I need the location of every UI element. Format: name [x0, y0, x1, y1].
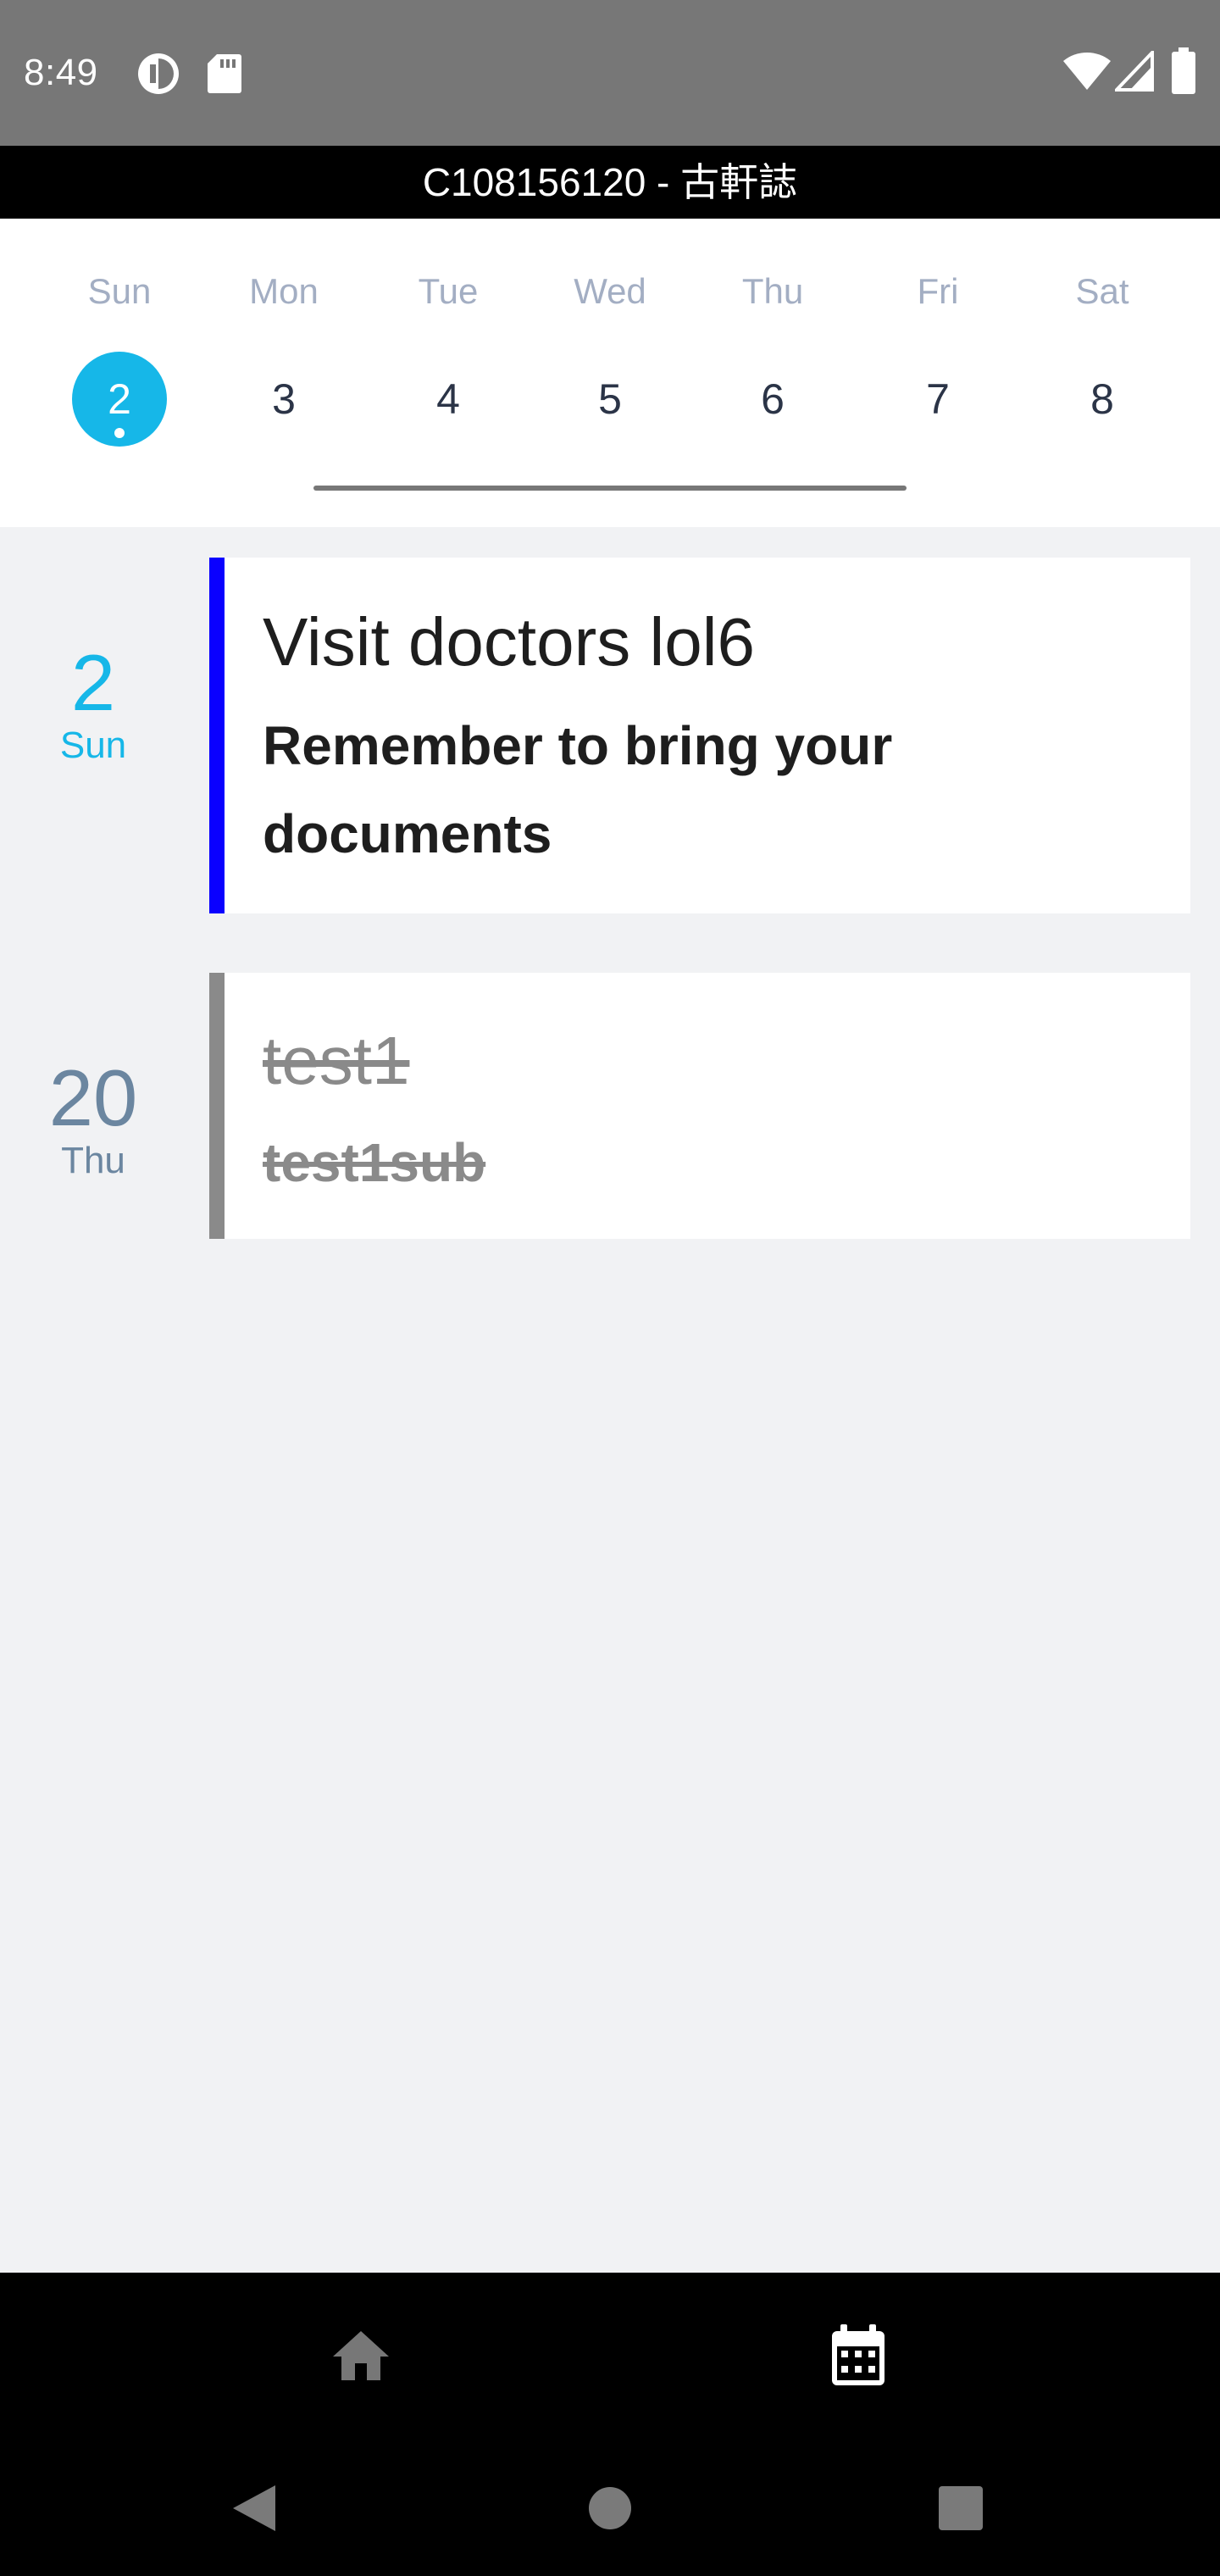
page-title: C108156120 - 古軒誌 [422, 160, 798, 204]
event-color-bar [209, 558, 225, 913]
home-icon [331, 2329, 391, 2386]
date-number[interactable]: 4 [401, 352, 496, 447]
day-column-thu[interactable]: Thu 6 [690, 219, 855, 473]
day-column-mon[interactable]: Mon 3 [202, 219, 366, 473]
date-number-text: 2 [108, 375, 131, 423]
back-icon [231, 2484, 277, 2537]
day-column-sun[interactable]: Sun 2 [37, 219, 202, 473]
agenda-row: 20 Thu test1 test1sub [0, 973, 1220, 1239]
event-title: test1 [263, 1023, 410, 1098]
calendar-expand-handle[interactable] [313, 486, 907, 491]
cell-signal-icon [1112, 48, 1154, 96]
weekday-label: Tue [418, 271, 479, 311]
event-title: Visit doctors lol6 [263, 604, 756, 680]
event-subtitle-continued: documents [263, 803, 552, 864]
weekday-label: Thu [741, 271, 804, 311]
event-subtitle: test1sub [263, 1132, 486, 1193]
bottom-navigation [0, 2273, 1220, 2442]
agenda-date-number: 2 [70, 638, 116, 727]
event-dot-indicator [114, 428, 125, 438]
sync-icon [136, 51, 181, 101]
app-title-bar: C108156120 - 古軒誌 [0, 146, 1220, 219]
day-column-tue[interactable]: Tue 4 [366, 219, 530, 473]
status-bar: 8:49 [0, 0, 1220, 146]
agenda-date: 2 Sun [0, 642, 186, 768]
system-home-button[interactable] [559, 2459, 661, 2561]
agenda-date: 20 Thu [0, 1058, 186, 1183]
event-card-completed[interactable]: test1 test1sub [209, 973, 1190, 1239]
event-subtitle: Remember to bring your [263, 715, 893, 776]
date-number-selected[interactable]: 2 [72, 352, 167, 447]
date-number[interactable]: 8 [1055, 352, 1150, 447]
system-navigation-bar [0, 2442, 1220, 2576]
weekday-label: Fri [917, 271, 959, 311]
agenda-date-weekday: Thu [61, 1140, 125, 1181]
weekday-label: Mon [249, 271, 319, 311]
date-number[interactable]: 7 [890, 352, 985, 447]
day-column-wed[interactable]: Wed 5 [528, 219, 692, 473]
nav-home-button[interactable] [310, 2307, 412, 2408]
battery-icon [1171, 47, 1196, 99]
agenda-date-number: 20 [48, 1053, 138, 1142]
home-circle-icon [587, 2485, 633, 2535]
system-back-button[interactable] [203, 2459, 305, 2561]
agenda-row: 2 Sun Visit doctors lol6 Remember to bri… [0, 558, 1220, 913]
week-strip[interactable]: Sun 2 Mon 3 Tue 4 Wed 5 Thu 6 Fri 7 Sat … [0, 219, 1220, 527]
weekday-label: Sun [87, 271, 152, 311]
calendar-icon [830, 2323, 886, 2391]
date-number[interactable]: 6 [725, 352, 820, 447]
wifi-icon [1062, 51, 1112, 96]
event-color-bar [209, 973, 225, 1239]
weekday-label: Wed [574, 271, 646, 311]
status-time: 8:49 [24, 52, 98, 93]
agenda-date-weekday: Sun [59, 724, 127, 766]
weekday-label: Sat [1075, 271, 1129, 311]
nav-calendar-button[interactable] [807, 2307, 909, 2408]
event-card[interactable]: Visit doctors lol6 Remember to bring you… [209, 558, 1190, 913]
system-recents-button[interactable] [910, 2459, 1012, 2561]
date-number[interactable]: 5 [563, 352, 657, 447]
date-number[interactable]: 3 [236, 352, 331, 447]
day-column-sat[interactable]: Sat 8 [1020, 219, 1184, 473]
recents-icon [938, 2485, 984, 2535]
day-column-fri[interactable]: Fri 7 [856, 219, 1020, 473]
sd-card-icon [207, 53, 242, 97]
